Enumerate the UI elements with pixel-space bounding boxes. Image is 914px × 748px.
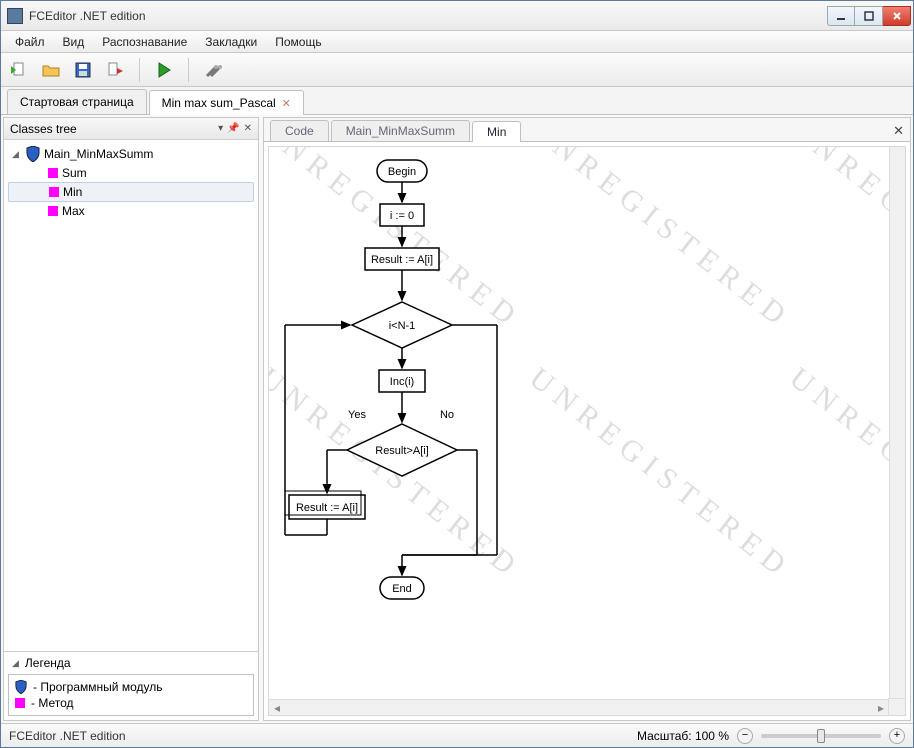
watermark-text: UNREGISTERED (523, 147, 798, 337)
flowchart-canvas[interactable]: UNREGISTERED UNREGISTERED UNREGISTERED U… (268, 146, 906, 716)
titlebar: FCEditor .NET edition (1, 1, 913, 31)
svg-text:No: No (440, 409, 454, 421)
tab-label: Code (285, 124, 314, 138)
content-close-icon[interactable]: ✕ (893, 123, 904, 141)
module-icon (26, 146, 40, 162)
watermark-text: UNREGISTERED (523, 361, 798, 586)
vertical-scrollbar[interactable] (889, 147, 905, 699)
zoom-in-button[interactable]: + (889, 728, 905, 744)
svg-text:Begin: Begin (388, 166, 416, 178)
window-title: FCEditor .NET edition (29, 9, 827, 23)
toolbar-separator (188, 58, 189, 82)
tab-label: Main_MinMaxSumm (346, 124, 455, 138)
run-button[interactable] (152, 58, 176, 82)
window-buttons (827, 6, 911, 26)
menu-file[interactable]: Файл (7, 33, 53, 51)
svg-text:Inc(i): Inc(i) (390, 376, 414, 388)
legend-header[interactable]: ◢ Легенда (4, 652, 258, 674)
method-icon (48, 206, 58, 216)
tab-label: Min max sum_Pascal (162, 96, 276, 110)
legend-body: - Программный модуль - Метод (8, 674, 254, 716)
menu-bookmarks[interactable]: Закладки (197, 33, 265, 51)
tab-label: Стартовая страница (20, 95, 134, 109)
document-tabs: Стартовая страница Min max sum_Pascal ✕ (1, 87, 913, 115)
classes-tree: ◢ Main_MinMaxSumm Sum Min Max (4, 140, 258, 651)
scroll-left-icon[interactable]: ◂ (269, 701, 285, 715)
svg-text:End: End (392, 583, 412, 595)
new-file-button[interactable] (7, 58, 31, 82)
toolbar-separator (139, 58, 140, 82)
menu-help[interactable]: Помощь (267, 33, 329, 51)
sidebar-pin-icon[interactable]: 📌 (227, 123, 239, 134)
svg-text:Result := A[i]: Result := A[i] (371, 254, 433, 266)
tab-min[interactable]: Min (472, 121, 521, 142)
open-folder-button[interactable] (39, 58, 63, 82)
legend-text: - Метод (31, 696, 74, 710)
app-icon (7, 8, 23, 24)
minimize-button[interactable] (827, 6, 855, 26)
zoom-thumb[interactable] (817, 729, 825, 743)
maximize-button[interactable] (855, 6, 883, 26)
settings-button[interactable] (201, 58, 225, 82)
zoom-label: Масштаб: 100 % (637, 729, 729, 743)
tab-minmaxsum[interactable]: Min max sum_Pascal ✕ (149, 90, 304, 115)
close-button[interactable] (883, 6, 911, 26)
svg-text:Result>A[i]: Result>A[i] (375, 445, 429, 457)
sidebar-close-icon[interactable]: ✕ (244, 123, 252, 134)
tree-root[interactable]: ◢ Main_MinMaxSumm (8, 144, 254, 164)
legend-text: - Программный модуль (33, 680, 162, 694)
tree-item-label: Sum (62, 166, 87, 180)
tab-close-icon[interactable]: ✕ (282, 97, 291, 110)
expand-icon: ◢ (12, 658, 19, 669)
tree-item-sum[interactable]: Sum (8, 164, 254, 182)
sidebar-title: Classes tree (10, 122, 214, 136)
content-tabs: Code Main_MinMaxSumm Min ✕ (264, 118, 910, 142)
method-icon (48, 168, 58, 178)
tab-start-page[interactable]: Стартовая страница (7, 89, 147, 114)
legend-title: Легенда (25, 656, 71, 670)
legend-row: - Программный модуль (15, 679, 247, 695)
flowchart: Begin i := 0 Result := A[i] i<N-1 Inc(i) (277, 155, 557, 635)
watermark-text: UNREGISTERED (783, 361, 905, 586)
zoom-out-button[interactable]: − (737, 728, 753, 744)
sidebar-dropdown-icon[interactable]: ▾ (218, 123, 223, 134)
zoom-controls: Масштаб: 100 % − + (637, 728, 905, 744)
sidebar: Classes tree ▾ 📌 ✕ ◢ Main_MinMaxSumm Sum… (3, 117, 259, 721)
tree-item-min[interactable]: Min (8, 182, 254, 202)
scroll-right-icon[interactable]: ▸ (873, 701, 889, 715)
svg-text:i<N-1: i<N-1 (389, 320, 416, 332)
menubar: Файл Вид Распознавание Закладки Помощь (1, 31, 913, 53)
collapse-icon[interactable]: ◢ (12, 149, 22, 160)
content-pane: Code Main_MinMaxSumm Min ✕ UNREGISTERED … (263, 117, 911, 721)
tree-item-max[interactable]: Max (8, 202, 254, 220)
menu-view[interactable]: Вид (55, 33, 93, 51)
sidebar-header: Classes tree ▾ 📌 ✕ (4, 118, 258, 140)
method-icon (49, 187, 59, 197)
tab-code[interactable]: Code (270, 120, 329, 141)
method-icon (15, 698, 25, 708)
status-text: FCEditor .NET edition (9, 729, 627, 743)
main-area: Classes tree ▾ 📌 ✕ ◢ Main_MinMaxSumm Sum… (1, 115, 913, 723)
statusbar: FCEditor .NET edition Масштаб: 100 % − + (1, 723, 913, 747)
horizontal-scrollbar[interactable]: ◂ ▸ (269, 699, 889, 715)
export-button[interactable] (103, 58, 127, 82)
svg-text:Result := A[i]: Result := A[i] (296, 502, 358, 514)
menu-recognition[interactable]: Распознавание (94, 33, 195, 51)
zoom-slider[interactable] (761, 734, 881, 738)
save-button[interactable] (71, 58, 95, 82)
tree-item-label: Max (62, 204, 85, 218)
legend: ◢ Легенда - Программный модуль - Метод (4, 651, 258, 720)
svg-text:i := 0: i := 0 (390, 210, 414, 222)
module-icon (15, 680, 27, 694)
legend-row: - Метод (15, 695, 247, 711)
svg-text:Yes: Yes (348, 409, 366, 421)
tab-label: Min (487, 125, 506, 139)
watermark-text: UNREGISTERED (783, 147, 905, 337)
tree-root-label: Main_MinMaxSumm (44, 147, 153, 161)
toolbar (1, 53, 913, 87)
tab-main[interactable]: Main_MinMaxSumm (331, 120, 470, 141)
tree-item-label: Min (63, 185, 82, 199)
